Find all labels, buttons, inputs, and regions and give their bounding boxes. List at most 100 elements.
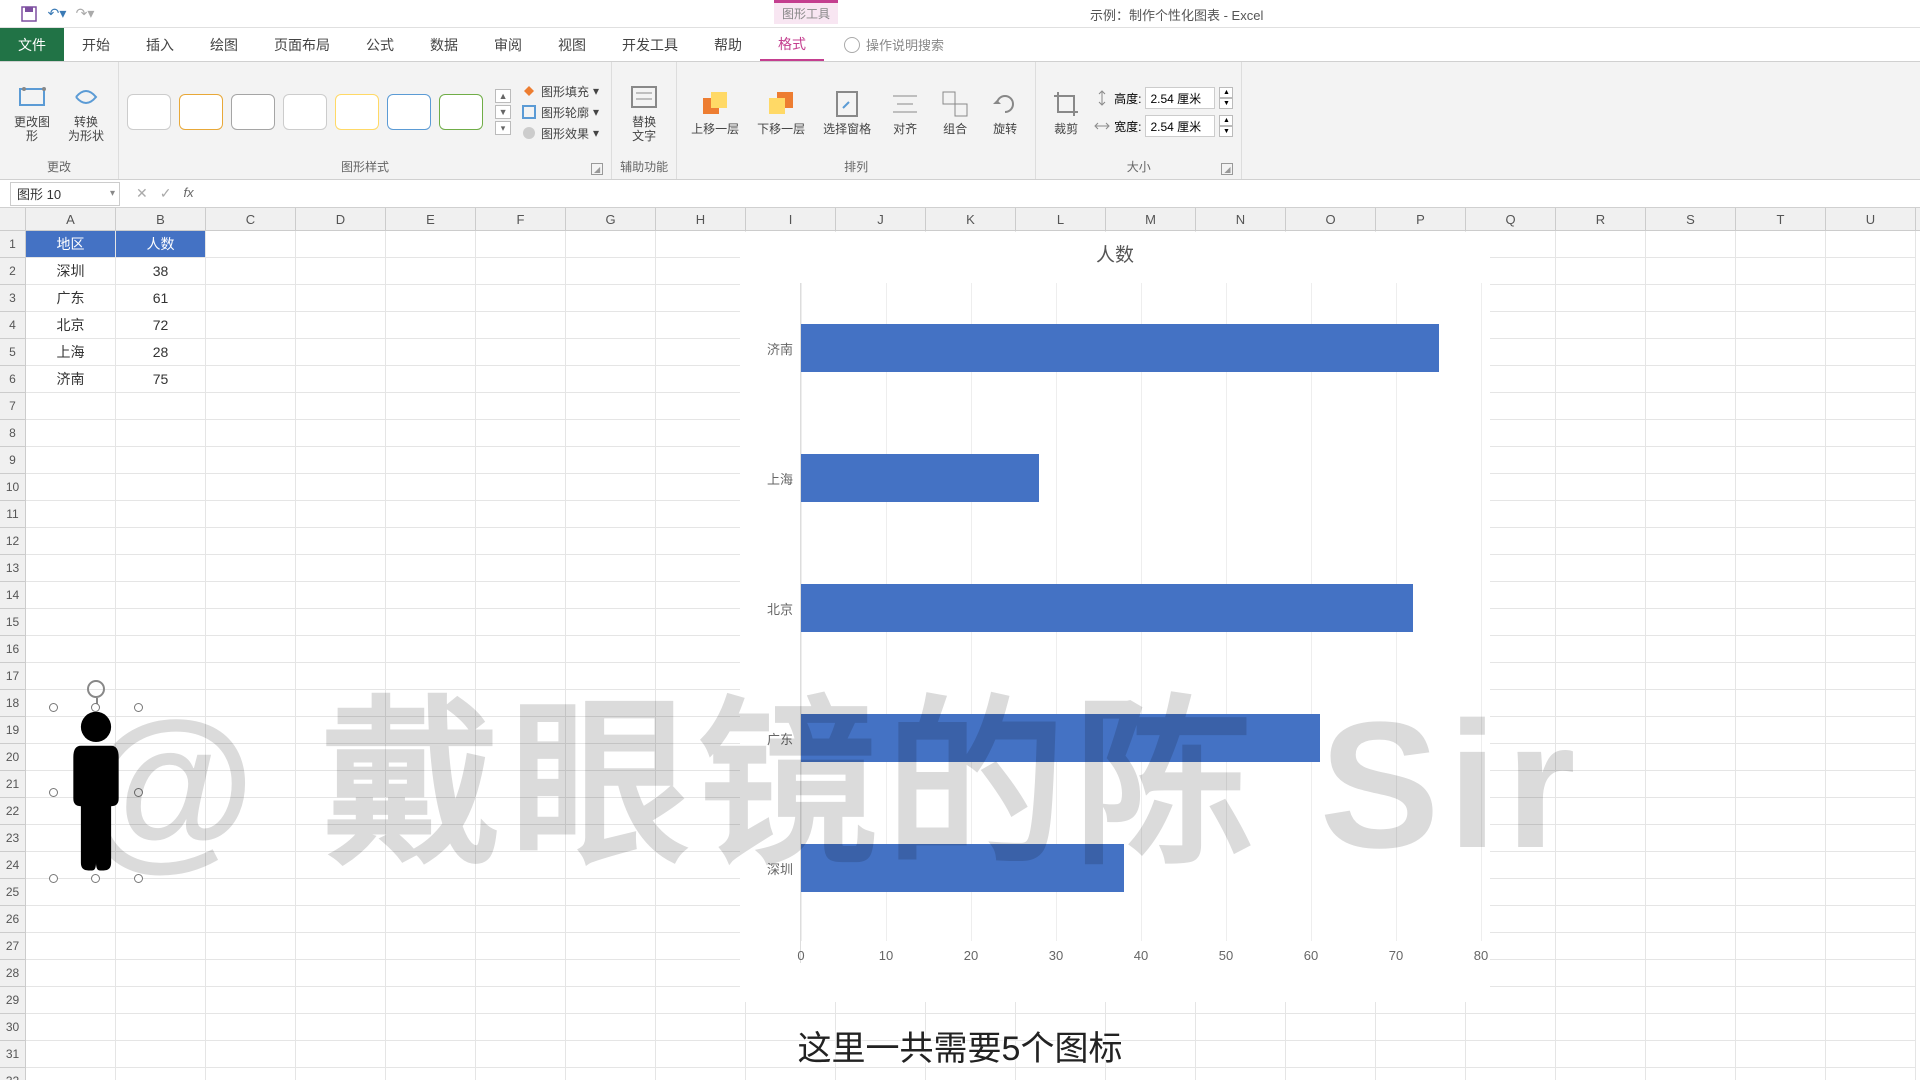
resize-handle[interactable]: [91, 703, 100, 712]
row-header[interactable]: 19: [0, 717, 26, 744]
row-header[interactable]: 13: [0, 555, 26, 582]
tab-data[interactable]: 数据: [412, 28, 476, 61]
cell[interactable]: [1646, 960, 1736, 987]
column-header[interactable]: R: [1556, 208, 1646, 230]
column-header[interactable]: P: [1376, 208, 1466, 230]
cell[interactable]: [1646, 1068, 1736, 1080]
cell[interactable]: [1736, 285, 1826, 312]
cell[interactable]: [1556, 1068, 1646, 1080]
column-header[interactable]: C: [206, 208, 296, 230]
cell[interactable]: [1556, 771, 1646, 798]
cell[interactable]: [476, 609, 566, 636]
cell[interactable]: [1826, 258, 1916, 285]
cell[interactable]: [476, 879, 566, 906]
cell[interactable]: [1736, 798, 1826, 825]
row-header[interactable]: 11: [0, 501, 26, 528]
cell[interactable]: [296, 690, 386, 717]
cell[interactable]: [1736, 744, 1826, 771]
chart-bar[interactable]: [801, 324, 1439, 372]
cell[interactable]: [566, 420, 656, 447]
cell[interactable]: [1556, 933, 1646, 960]
cell[interactable]: [1736, 636, 1826, 663]
cell[interactable]: [476, 528, 566, 555]
cell[interactable]: 61: [116, 285, 206, 312]
cell[interactable]: [206, 501, 296, 528]
cell[interactable]: [206, 258, 296, 285]
cell[interactable]: [1556, 1041, 1646, 1068]
cell[interactable]: [296, 582, 386, 609]
resize-handle[interactable]: [49, 874, 58, 883]
row-header[interactable]: 8: [0, 420, 26, 447]
cell[interactable]: [1826, 771, 1916, 798]
cell[interactable]: [386, 852, 476, 879]
row-header[interactable]: 12: [0, 528, 26, 555]
cell[interactable]: [1646, 528, 1736, 555]
cell[interactable]: [1736, 825, 1826, 852]
cell[interactable]: [476, 1014, 566, 1041]
cell[interactable]: [476, 447, 566, 474]
cell[interactable]: [1556, 744, 1646, 771]
fx-icon[interactable]: fx: [183, 185, 193, 202]
resize-handle[interactable]: [49, 703, 58, 712]
cell[interactable]: [1736, 690, 1826, 717]
cell[interactable]: [1826, 906, 1916, 933]
row-header[interactable]: 14: [0, 582, 26, 609]
cell[interactable]: [386, 312, 476, 339]
cell[interactable]: [26, 1014, 116, 1041]
column-header[interactable]: G: [566, 208, 656, 230]
cell[interactable]: [1646, 771, 1736, 798]
cell[interactable]: [1556, 582, 1646, 609]
cell[interactable]: [206, 744, 296, 771]
column-header[interactable]: K: [926, 208, 1016, 230]
cell[interactable]: [566, 690, 656, 717]
cell[interactable]: [1736, 960, 1826, 987]
cell[interactable]: [1736, 717, 1826, 744]
column-header[interactable]: H: [656, 208, 746, 230]
row-header[interactable]: 10: [0, 474, 26, 501]
cell[interactable]: [206, 933, 296, 960]
cell[interactable]: [1736, 1014, 1826, 1041]
cell[interactable]: [476, 663, 566, 690]
cell[interactable]: [1556, 420, 1646, 447]
cell[interactable]: [656, 555, 746, 582]
tab-file[interactable]: 文件: [0, 28, 64, 61]
chart-title[interactable]: 人数: [740, 232, 1490, 283]
cell[interactable]: [1736, 582, 1826, 609]
cell[interactable]: [206, 231, 296, 258]
tab-help[interactable]: 帮助: [696, 28, 760, 61]
cell[interactable]: [1736, 447, 1826, 474]
cell[interactable]: [206, 987, 296, 1014]
row-header[interactable]: 21: [0, 771, 26, 798]
row-header[interactable]: 27: [0, 933, 26, 960]
cell[interactable]: [656, 663, 746, 690]
cell[interactable]: [1736, 312, 1826, 339]
column-header[interactable]: Q: [1466, 208, 1556, 230]
selection-pane-button[interactable]: 选择窗格: [817, 86, 877, 138]
column-header[interactable]: B: [116, 208, 206, 230]
shape-outline-button[interactable]: 图形轮廓 ▾: [517, 103, 603, 122]
cell[interactable]: [1736, 987, 1826, 1014]
cell[interactable]: [1736, 933, 1826, 960]
cell[interactable]: [206, 1041, 296, 1068]
row-header[interactable]: 18: [0, 690, 26, 717]
cell[interactable]: [656, 960, 746, 987]
cell[interactable]: [656, 798, 746, 825]
cell[interactable]: [476, 960, 566, 987]
cell[interactable]: [1646, 933, 1736, 960]
cell[interactable]: [656, 366, 746, 393]
worksheet-grid[interactable]: ABCDEFGHIJKLMNOPQRSTU 1地区人数2深圳383广东614北京…: [0, 208, 1920, 1080]
cell[interactable]: [1736, 663, 1826, 690]
cell[interactable]: [1826, 1041, 1916, 1068]
cell[interactable]: [1736, 393, 1826, 420]
cell[interactable]: 北京: [26, 312, 116, 339]
cell[interactable]: [386, 366, 476, 393]
cell[interactable]: 38: [116, 258, 206, 285]
cell[interactable]: [476, 744, 566, 771]
cell[interactable]: [206, 798, 296, 825]
cell[interactable]: [1736, 366, 1826, 393]
select-all-corner[interactable]: [0, 208, 26, 230]
column-header[interactable]: M: [1106, 208, 1196, 230]
cell[interactable]: [1826, 690, 1916, 717]
cell[interactable]: [386, 258, 476, 285]
cell[interactable]: [1826, 1014, 1916, 1041]
